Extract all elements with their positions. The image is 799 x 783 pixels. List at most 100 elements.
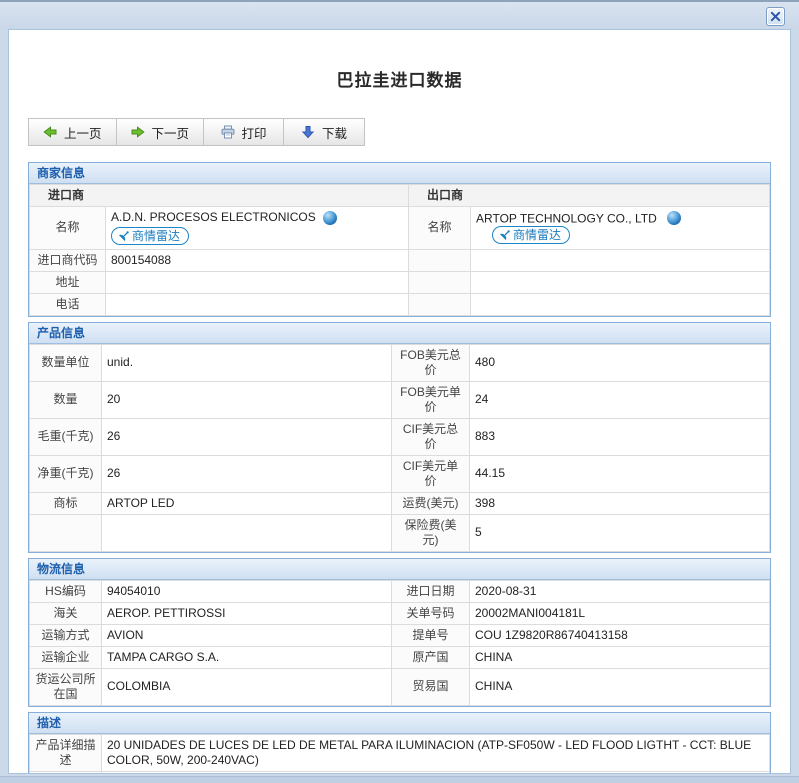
radar-dish-icon <box>118 231 129 242</box>
field-label: 进口日期 <box>392 580 470 602</box>
dialog-bottom-edge <box>0 776 799 783</box>
field-value: COLOMBIA <box>102 668 392 705</box>
hs-description-label: HS编码描述 <box>30 771 102 774</box>
field-label: 数量单位 <box>30 344 102 381</box>
section-logistics-info: 物流信息 HS编码 94054010 进口日期 2020-08-31 海关 AE… <box>28 558 771 707</box>
importer-name-value: A.D.N. PROCESOS ELECTRONICOS <box>111 210 316 225</box>
empty-cell <box>409 249 471 271</box>
field-label: 净重(千克) <box>30 455 102 492</box>
toolbar: 上一页 下一页 打印 <box>28 118 365 146</box>
field-label <box>30 514 102 551</box>
section-logistics-title: 物流信息 <box>29 559 770 580</box>
description-table: 产品详细描述 20 UNIDADES DE LUCES DE LED DE ME… <box>29 734 770 775</box>
globe-icon[interactable] <box>667 211 681 225</box>
field-value: 24 <box>470 381 770 418</box>
close-icon <box>770 11 781 22</box>
field-value: unid. <box>102 344 392 381</box>
field-label: 提单号 <box>392 624 470 646</box>
download-button[interactable]: 下载 <box>284 119 364 145</box>
table-row: 数量单位 unid. FOB美元总价 480 <box>30 344 770 381</box>
dialog-panel: 巴拉圭进口数据 上一页 下一页 <box>8 29 791 774</box>
table-row: 进口商 出口商 <box>30 185 770 207</box>
field-label: 保险费(美元) <box>392 514 470 551</box>
importer-radar-button[interactable]: 商情雷达 <box>111 227 189 245</box>
field-label: 原产国 <box>392 646 470 668</box>
field-value: ARTOP LED <box>102 492 392 514</box>
field-label: 运输方式 <box>30 624 102 646</box>
field-value: 398 <box>470 492 770 514</box>
prev-page-button[interactable]: 上一页 <box>29 119 117 145</box>
print-button[interactable]: 打印 <box>204 119 284 145</box>
table-row: 海关 AEROP. PETTIROSSI 关单号码 20002MANI00418… <box>30 602 770 624</box>
download-label: 下载 <box>322 123 347 142</box>
importer-code-label: 进口商代码 <box>30 249 106 271</box>
field-value: 5 <box>470 514 770 551</box>
field-value <box>102 514 392 551</box>
empty-cell <box>471 249 770 271</box>
field-label: 商标 <box>30 492 102 514</box>
exporter-radar-button[interactable]: 商情雷达 <box>492 226 570 244</box>
dialog-window: 巴拉圭进口数据 上一页 下一页 <box>0 0 799 783</box>
field-value: AEROP. PETTIROSSI <box>102 602 392 624</box>
table-row: HS编码 94054010 进口日期 2020-08-31 <box>30 580 770 602</box>
table-row: 地址 <box>30 271 770 293</box>
field-value: 20 <box>102 381 392 418</box>
exporter-radar-label: 商情雷达 <box>513 227 561 243</box>
next-page-label: 下一页 <box>152 123 190 142</box>
next-page-button[interactable]: 下一页 <box>117 119 205 145</box>
field-value: 883 <box>470 418 770 455</box>
globe-icon[interactable] <box>323 211 337 225</box>
table-row: 名称 A.D.N. PROCESOS ELECTRONICOS 商情雷达 <box>30 207 770 250</box>
table-row: 毛重(千克) 26 CIF美元总价 883 <box>30 418 770 455</box>
table-row: 电话 <box>30 293 770 315</box>
field-value: CHINA <box>470 646 770 668</box>
exporter-column-header: 出口商 <box>409 185 770 207</box>
field-label: CIF美元总价 <box>392 418 470 455</box>
field-value: COU 1Z9820R86740413158 <box>470 624 770 646</box>
field-value: 26 <box>102 418 392 455</box>
arrow-left-icon <box>43 125 57 139</box>
field-value: CHINA <box>470 668 770 705</box>
field-value: 94054010 <box>102 580 392 602</box>
logistics-table: HS编码 94054010 进口日期 2020-08-31 海关 AEROP. … <box>29 580 770 706</box>
close-button[interactable] <box>766 7 785 26</box>
field-label: 关单号码 <box>392 602 470 624</box>
field-label: 运费(美元) <box>392 492 470 514</box>
exporter-name-label: 名称 <box>409 207 471 250</box>
printer-icon <box>221 125 235 139</box>
field-value: 26 <box>102 455 392 492</box>
section-description: 描述 产品详细描述 20 UNIDADES DE LUCES DE LED DE… <box>28 712 771 775</box>
field-label: 运输企业 <box>30 646 102 668</box>
importer-name-cell: A.D.N. PROCESOS ELECTRONICOS 商情雷达 <box>106 207 409 250</box>
section-product-info: 产品信息 数量单位 unid. FOB美元总价 480 数量 20 FOB美元单… <box>28 322 771 553</box>
field-label: 数量 <box>30 381 102 418</box>
section-merchant-info: 商家信息 进口商 出口商 名称 A.D.N. PROCESOS ELECTRON… <box>28 162 771 317</box>
empty-cell <box>471 271 770 293</box>
hs-description-value <box>102 771 770 774</box>
table-row: 进口商代码 800154088 <box>30 249 770 271</box>
product-detail-value: 20 UNIDADES DE LUCES DE LED DE METAL PAR… <box>102 734 770 771</box>
prev-page-label: 上一页 <box>64 123 102 142</box>
table-row: 货运公司所在国 COLOMBIA 贸易国 CHINA <box>30 668 770 705</box>
arrow-right-icon <box>131 125 145 139</box>
exporter-name-cell: ARTOP TECHNOLOGY CO., LTD 商情雷达 <box>471 207 770 250</box>
phone-value <box>106 293 409 315</box>
field-label: HS编码 <box>30 580 102 602</box>
field-label: 货运公司所在国 <box>30 668 102 705</box>
field-value: 480 <box>470 344 770 381</box>
section-description-title: 描述 <box>29 713 770 734</box>
exporter-name-value: ARTOP TECHNOLOGY CO., LTD <box>476 211 657 225</box>
table-row: 运输方式 AVION 提单号 COU 1Z9820R86740413158 <box>30 624 770 646</box>
table-row: 保险费(美元) 5 <box>30 514 770 551</box>
field-label: 毛重(千克) <box>30 418 102 455</box>
table-row: 运输企业 TAMPA CARGO S.A. 原产国 CHINA <box>30 646 770 668</box>
empty-cell <box>409 293 471 315</box>
product-detail-label: 产品详细描述 <box>30 734 102 771</box>
radar-dish-icon <box>499 230 510 241</box>
field-label: 海关 <box>30 602 102 624</box>
section-merchant-title: 商家信息 <box>29 163 770 184</box>
section-product-title: 产品信息 <box>29 323 770 344</box>
importer-radar-label: 商情雷达 <box>132 228 180 244</box>
page-title: 巴拉圭进口数据 <box>9 66 790 91</box>
empty-cell <box>471 293 770 315</box>
